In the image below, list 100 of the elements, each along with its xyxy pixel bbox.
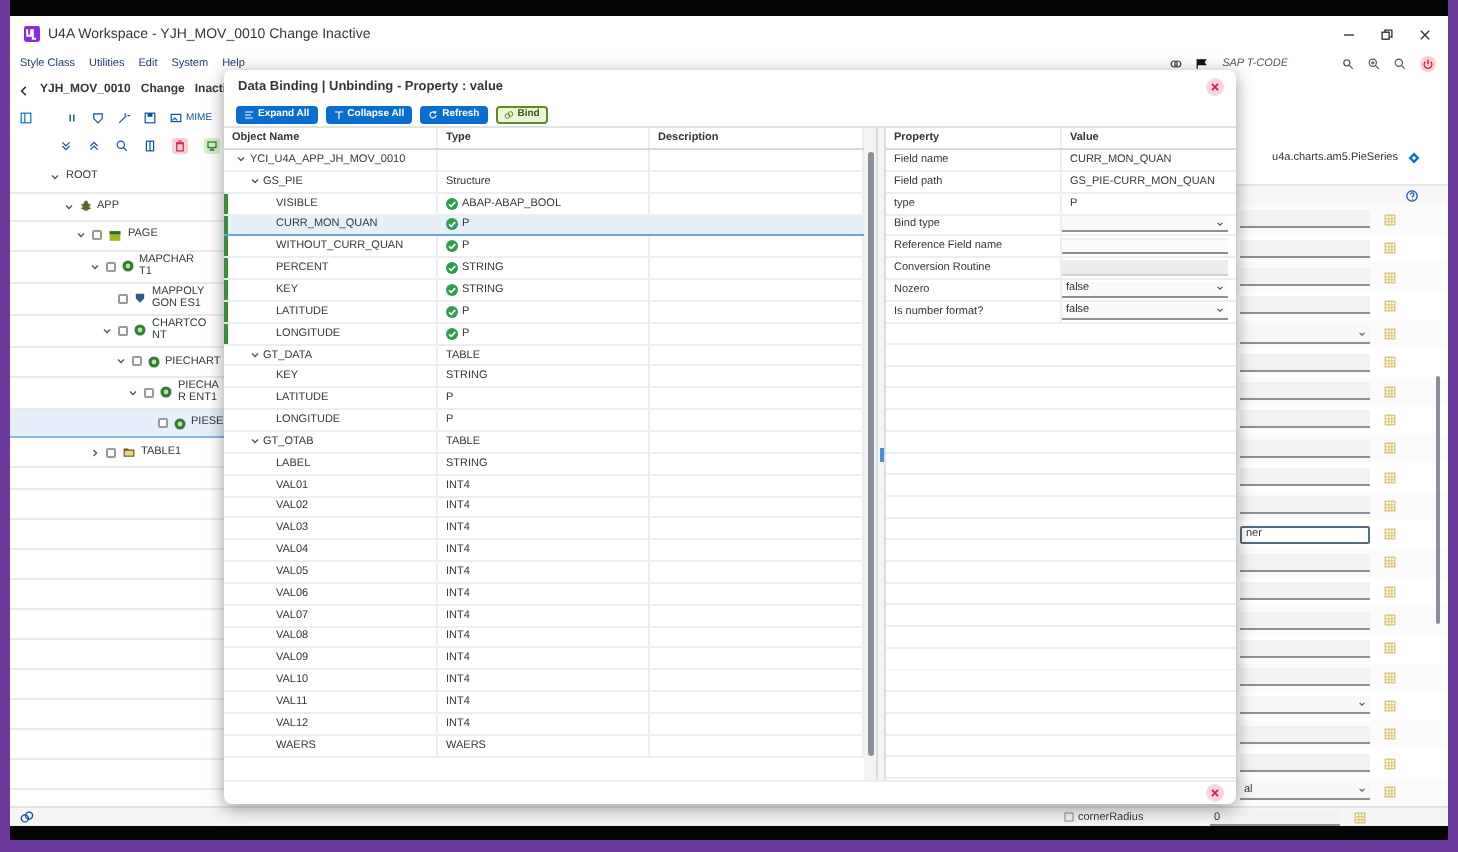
folder-icon bbox=[121, 446, 135, 458]
input-field[interactable] bbox=[1240, 725, 1370, 744]
checkbox[interactable] bbox=[118, 325, 128, 336]
collapse-all-icon bbox=[333, 109, 344, 119]
grid-icon[interactable] bbox=[1384, 757, 1396, 770]
grid-icon[interactable] bbox=[1384, 328, 1396, 341]
check-circle-icon bbox=[446, 262, 458, 275]
close-button[interactable] bbox=[1206, 77, 1224, 95]
check-circle-icon bbox=[446, 218, 458, 231]
input-field[interactable] bbox=[1240, 296, 1370, 315]
grid-icon[interactable] bbox=[1384, 614, 1396, 627]
grid-icon[interactable] bbox=[1384, 671, 1396, 684]
grid-icon[interactable] bbox=[1384, 528, 1396, 541]
trash-icon[interactable] bbox=[172, 138, 188, 154]
control-icon bbox=[160, 386, 172, 399]
dropdown[interactable] bbox=[1240, 325, 1370, 344]
shield-icon[interactable] bbox=[92, 112, 104, 124]
input-field[interactable] bbox=[1240, 353, 1370, 372]
control-icon bbox=[147, 355, 159, 368]
grid-icon[interactable] bbox=[1384, 356, 1396, 369]
checkbox-icon[interactable] bbox=[1064, 812, 1074, 822]
scrollbar[interactable] bbox=[867, 152, 873, 756]
close-icon[interactable] bbox=[1418, 27, 1432, 41]
zoom-in-icon[interactable] bbox=[1368, 58, 1380, 70]
check-circle-icon bbox=[446, 240, 458, 253]
dropdown[interactable] bbox=[1240, 696, 1370, 715]
bug-icon bbox=[79, 200, 91, 213]
check-circle-icon bbox=[446, 327, 458, 340]
scrollbar[interactable] bbox=[1436, 376, 1440, 624]
link-icon[interactable] bbox=[20, 810, 34, 824]
checkbox[interactable] bbox=[105, 261, 115, 272]
help-icon[interactable] bbox=[1406, 189, 1418, 202]
grid-icon[interactable] bbox=[1384, 499, 1396, 512]
input-field[interactable] bbox=[1240, 553, 1370, 572]
shield-icon bbox=[134, 292, 146, 305]
input-field[interactable] bbox=[1240, 268, 1370, 286]
monitor-icon[interactable] bbox=[204, 138, 220, 154]
grid-icon[interactable] bbox=[1384, 785, 1396, 798]
dropdown[interactable] bbox=[1062, 216, 1228, 233]
app-logo-icon bbox=[24, 26, 40, 42]
grid-icon[interactable] bbox=[1384, 699, 1396, 712]
column-icon[interactable] bbox=[144, 140, 156, 152]
grid-icon[interactable] bbox=[1384, 556, 1396, 569]
flag-icon[interactable] bbox=[1196, 58, 1209, 70]
input-field[interactable] bbox=[1240, 611, 1370, 630]
input-field[interactable] bbox=[1240, 382, 1370, 401]
checkbox[interactable] bbox=[105, 447, 115, 457]
link-icon[interactable] bbox=[1170, 58, 1183, 70]
expand-all-icon bbox=[244, 109, 254, 119]
save-icon[interactable] bbox=[144, 112, 156, 124]
grid-icon[interactable] bbox=[1384, 299, 1396, 312]
grid-icon[interactable] bbox=[1384, 385, 1396, 398]
control-icon bbox=[121, 260, 133, 273]
input-field[interactable] bbox=[1240, 239, 1370, 258]
input-field[interactable] bbox=[1240, 582, 1370, 601]
input-field[interactable] bbox=[1240, 468, 1370, 487]
layout-icon[interactable] bbox=[20, 112, 32, 124]
grid-icon[interactable] bbox=[1384, 728, 1396, 741]
power-icon[interactable] bbox=[1420, 56, 1436, 72]
input-field[interactable] bbox=[1240, 496, 1370, 515]
grid-icon[interactable] bbox=[1384, 271, 1396, 283]
check-circle-icon bbox=[446, 283, 458, 296]
input-field[interactable] bbox=[1240, 754, 1370, 773]
search-icon[interactable] bbox=[1394, 58, 1406, 70]
check-circle-icon bbox=[446, 197, 458, 210]
chevrons-down-icon[interactable] bbox=[60, 140, 72, 152]
grid-icon[interactable] bbox=[1384, 471, 1396, 484]
grid-icon[interactable] bbox=[1384, 413, 1396, 426]
input-field[interactable] bbox=[1240, 439, 1370, 458]
chevrons-up-icon[interactable] bbox=[88, 140, 100, 152]
checkbox[interactable] bbox=[131, 356, 141, 367]
wand-icon[interactable] bbox=[118, 112, 130, 124]
input-field[interactable] bbox=[1240, 410, 1370, 429]
restore-icon[interactable] bbox=[1380, 27, 1394, 41]
grid-icon[interactable] bbox=[1384, 585, 1396, 598]
checkbox[interactable] bbox=[157, 418, 167, 428]
pause-icon[interactable] bbox=[66, 112, 78, 124]
checkbox[interactable] bbox=[118, 293, 128, 304]
diamond-icon[interactable] bbox=[1408, 151, 1420, 164]
close-button[interactable] bbox=[1206, 784, 1224, 802]
grid-icon[interactable] bbox=[1384, 642, 1396, 655]
page-icon bbox=[108, 229, 122, 242]
checkbox[interactable] bbox=[144, 387, 154, 398]
grid-icon[interactable] bbox=[1384, 242, 1396, 255]
back-icon[interactable] bbox=[18, 83, 30, 97]
image-icon[interactable] bbox=[170, 112, 182, 124]
checkbox[interactable] bbox=[92, 230, 102, 241]
link-icon bbox=[503, 109, 514, 119]
input-field[interactable] bbox=[1240, 639, 1370, 658]
input-field[interactable] bbox=[1240, 668, 1370, 687]
refresh-icon bbox=[428, 109, 439, 119]
input-field[interactable] bbox=[1240, 210, 1370, 229]
grid-icon[interactable] bbox=[1384, 213, 1396, 226]
check-circle-icon bbox=[446, 305, 458, 318]
control-icon bbox=[173, 417, 185, 429]
grid-icon[interactable] bbox=[1384, 442, 1396, 455]
grid-icon[interactable] bbox=[1354, 811, 1366, 823]
splitter-handle[interactable] bbox=[879, 447, 883, 461]
search-icon[interactable] bbox=[116, 140, 128, 152]
control-icon bbox=[134, 324, 146, 337]
